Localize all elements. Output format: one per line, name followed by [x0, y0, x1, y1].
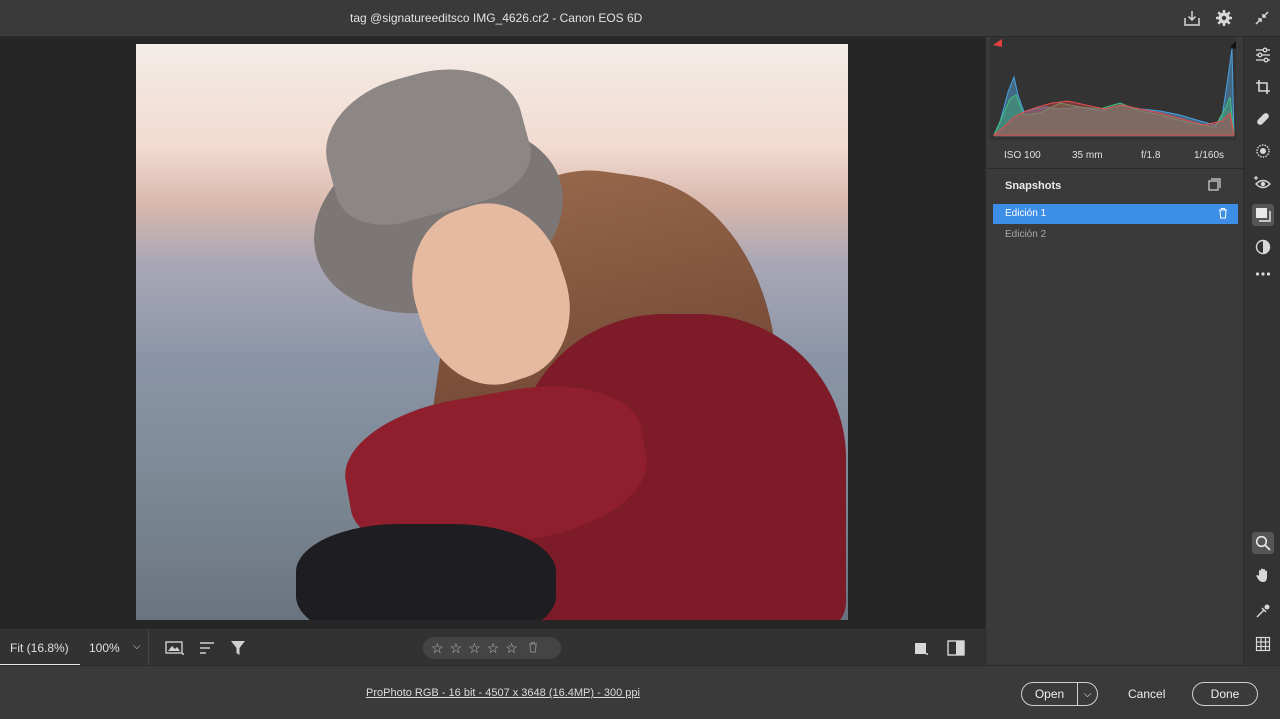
- exif-info-row: ISO 100 35 mm f/1.8 1/160s: [986, 147, 1244, 167]
- toolbar-divider: [148, 629, 149, 666]
- zoom-100-button[interactable]: 100%: [89, 641, 120, 655]
- color-sampler-icon[interactable]: [1252, 600, 1274, 622]
- edit-sliders-icon[interactable]: [1252, 44, 1274, 66]
- snapshots-icon[interactable]: [1252, 204, 1274, 226]
- iso-value: ISO 100: [1004, 150, 1041, 161]
- image-canvas[interactable]: [0, 37, 985, 628]
- zoom-fit-button[interactable]: Fit (16.8%): [0, 629, 80, 666]
- rating-star-1[interactable]: ☆: [431, 641, 444, 655]
- camera-raw-window: tag @signatureeditsco IMG_4626.cr2 - Can…: [0, 0, 1280, 719]
- focal-length-value: 35 mm: [1072, 150, 1103, 161]
- rating-star-2[interactable]: ☆: [450, 641, 463, 655]
- right-panel: ISO 100 35 mm f/1.8 1/160s Snapshots Edi…: [985, 37, 1244, 665]
- crop-icon[interactable]: [1252, 76, 1274, 98]
- grid-icon[interactable]: [1252, 633, 1274, 655]
- snapshot-item-edicion-2[interactable]: Edición 2: [993, 225, 1238, 245]
- shutter-speed-value: 1/160s: [1194, 150, 1225, 161]
- hand-icon[interactable]: [1252, 564, 1274, 586]
- compare-icon[interactable]: [946, 638, 966, 658]
- snapshots-title: Snapshots: [1005, 180, 1062, 192]
- open-button[interactable]: Open ⌵: [1021, 682, 1098, 706]
- panel-divider: [986, 168, 1244, 169]
- rating-star-4[interactable]: ☆: [487, 641, 500, 655]
- cancel-button[interactable]: Cancel: [1128, 687, 1165, 701]
- rating-star-5[interactable]: ☆: [505, 641, 518, 655]
- tool-strip: [1243, 37, 1280, 665]
- zoom-dropdown-chevron-icon[interactable]: ⌵: [133, 641, 141, 652]
- delete-snapshot-icon[interactable]: [1218, 207, 1230, 221]
- open-dropdown-chevron-icon[interactable]: ⌵: [1078, 689, 1097, 700]
- masking-icon[interactable]: [1252, 140, 1274, 162]
- histogram: [990, 37, 1236, 140]
- snapshot-item-edicion-1[interactable]: Edición 1: [993, 204, 1238, 224]
- background-options-icon[interactable]: [165, 638, 185, 658]
- rating-star-3[interactable]: ☆: [468, 641, 481, 655]
- photo-preview[interactable]: [136, 44, 848, 620]
- done-button[interactable]: Done: [1192, 682, 1258, 706]
- presets-icon[interactable]: [1252, 236, 1274, 258]
- open-button-label[interactable]: Open: [1022, 683, 1078, 705]
- create-snapshot-icon[interactable]: [1207, 178, 1223, 194]
- collapse-icon[interactable]: [1252, 8, 1272, 28]
- aperture-value: f/1.8: [1141, 150, 1161, 161]
- overlay-icon[interactable]: [911, 638, 931, 658]
- sort-icon[interactable]: [198, 638, 218, 658]
- gear-icon[interactable]: [1214, 8, 1234, 28]
- more-icon[interactable]: [1252, 263, 1274, 285]
- canvas-toolbar: Fit (16.8%) 100% ⌵ ☆ ☆ ☆ ☆ ☆: [0, 628, 985, 666]
- photo-pants: [296, 524, 556, 620]
- save-icon[interactable]: [1182, 8, 1202, 28]
- window-title: tag @signatureeditsco IMG_4626.cr2 - Can…: [350, 11, 643, 25]
- workflow-options-link[interactable]: ProPhoto RGB - 16 bit - 4507 x 3648 (16.…: [366, 687, 640, 699]
- star-rating[interactable]: ☆ ☆ ☆ ☆ ☆: [423, 637, 561, 659]
- status-bar: ProPhoto RGB - 16 bit - 4507 x 3648 (16.…: [0, 665, 1280, 719]
- zoom-icon[interactable]: [1252, 532, 1274, 554]
- snapshot-label: Edición 2: [1005, 229, 1047, 240]
- title-bar: tag @signatureeditsco IMG_4626.cr2 - Can…: [0, 0, 1280, 37]
- snapshot-label: Edición 1: [1005, 208, 1047, 219]
- filter-icon[interactable]: [229, 638, 249, 658]
- red-eye-icon[interactable]: [1252, 172, 1274, 194]
- reject-trash-icon[interactable]: [528, 641, 538, 656]
- healing-icon[interactable]: [1252, 108, 1274, 130]
